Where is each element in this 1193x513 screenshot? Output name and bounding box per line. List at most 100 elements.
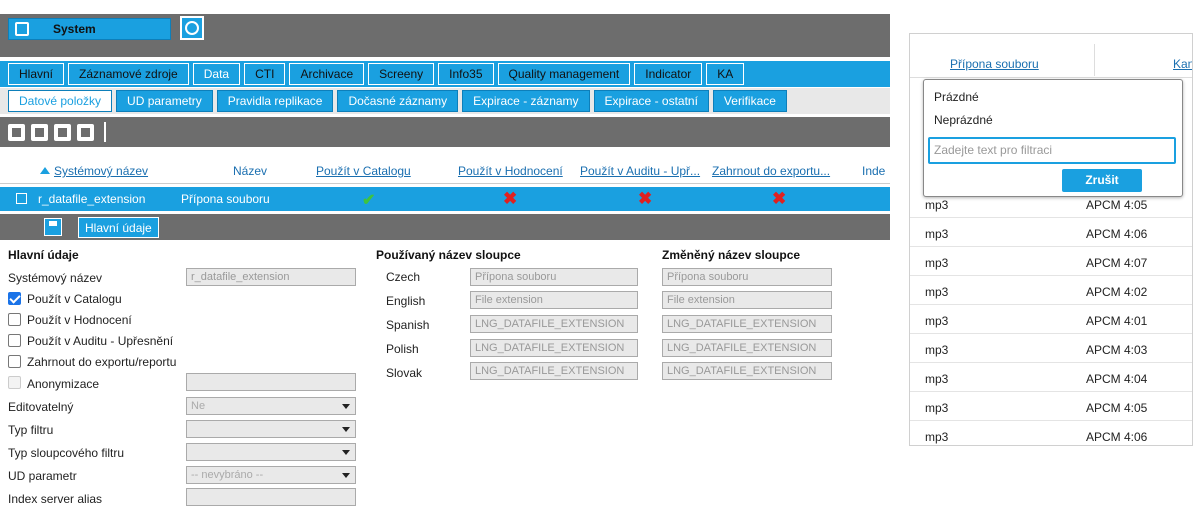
- col-catalog[interactable]: Použít v Catalogu: [316, 164, 411, 178]
- filter-table-header: Přípona souboru Kanál: [910, 34, 1192, 78]
- tab-indicator[interactable]: Indicator: [634, 63, 703, 85]
- txt-export-icon[interactable]: [77, 123, 94, 141]
- use-rating-label: Použít v Hodnocení: [27, 313, 132, 327]
- col-index[interactable]: Inde: [862, 164, 885, 178]
- column-filter-type-label: Typ sloupcového filtru: [8, 446, 125, 460]
- cross-icon: ✖: [772, 189, 787, 208]
- lang-czech-used-field: Přípona souboru: [470, 268, 638, 286]
- lang-spanish-changed-field[interactable]: LNG_DATAFILE_EXTENSION: [662, 315, 832, 333]
- include-export-checkbox[interactable]: [8, 355, 21, 368]
- lang-english-changed-field[interactable]: File extension: [662, 291, 832, 309]
- tab-ka[interactable]: KA: [706, 63, 745, 85]
- left-panel: System Hlavní Záznamové zdroje Data CTI …: [0, 0, 890, 513]
- col-channel[interactable]: Kanál: [1173, 57, 1192, 71]
- row-extension: mp3: [925, 343, 949, 357]
- system-name-label: Systémový název: [8, 271, 103, 285]
- list-item[interactable]: mp3 APCM 4:02: [910, 276, 1192, 305]
- chevron-down-icon: [342, 404, 350, 409]
- table-row[interactable]: r_datafile_extension Přípona souboru ✔ ✖…: [0, 187, 890, 211]
- detail-toolbar: Hlavní údaje: [0, 214, 890, 240]
- col-audit[interactable]: Použít v Auditu - Upř...: [580, 164, 700, 178]
- row-codec: APCM 4:05: [1086, 401, 1148, 415]
- column-divider: [1094, 44, 1095, 76]
- filter-type-select[interactable]: [186, 420, 356, 438]
- used-column-title: Používaný název sloupce: [376, 248, 521, 262]
- subtab-verifikace[interactable]: Verifikace: [712, 90, 787, 112]
- tab-quality-management[interactable]: Quality management: [497, 63, 631, 85]
- lang-english-used-field: File extension: [470, 291, 638, 309]
- list-item[interactable]: mp3 APCM 4:05: [910, 392, 1192, 421]
- system-name-field[interactable]: r_datafile_extension: [186, 268, 356, 286]
- filter-input[interactable]: Zadejte text pro filtraci: [928, 137, 1176, 164]
- col-system-name[interactable]: Systémový název: [40, 164, 148, 178]
- copy-icon[interactable]: [54, 123, 71, 141]
- list-item[interactable]: mp3 APCM 4:03: [910, 334, 1192, 363]
- tab-screeny[interactable]: Screeny: [368, 63, 435, 85]
- tab-cti[interactable]: CTI: [244, 63, 286, 85]
- import-icon[interactable]: [31, 123, 48, 141]
- tab-zaznamove-zdroje[interactable]: Záznamové zdroje: [68, 63, 189, 85]
- row-checkbox[interactable]: [16, 193, 27, 204]
- tab-hlavni[interactable]: Hlavní: [8, 63, 65, 85]
- list-item[interactable]: mp3 APCM 4:01: [910, 305, 1192, 334]
- column-filter-type-select[interactable]: [186, 443, 356, 461]
- save-icon[interactable]: [44, 218, 62, 236]
- subtab-pravidla-replikace[interactable]: Pravidla replikace: [216, 90, 334, 112]
- tab-hlavni-udaje[interactable]: Hlavní údaje: [78, 217, 159, 238]
- row-extension: mp3: [925, 285, 949, 299]
- list-item[interactable]: mp3 APCM 4:04: [910, 363, 1192, 392]
- subtab-ud-parametry[interactable]: UD parametry: [116, 90, 213, 112]
- filter-option-empty[interactable]: Prázdné: [934, 90, 979, 104]
- list-item[interactable]: mp3 APCM 4:06: [910, 218, 1192, 247]
- row-system-name: r_datafile_extension: [38, 192, 146, 206]
- row-extension: mp3: [925, 227, 949, 241]
- ud-param-select[interactable]: -- nevybráno --: [186, 466, 356, 484]
- use-audit-checkbox[interactable]: [8, 334, 21, 347]
- index-alias-field[interactable]: [186, 488, 356, 506]
- include-export-label: Zahrnout do exportu/reportu: [27, 355, 177, 369]
- col-file-extension[interactable]: Přípona souboru: [950, 57, 1039, 71]
- row-codec: APCM 4:01: [1086, 314, 1148, 328]
- cross-icon: ✖: [638, 189, 653, 208]
- lang-slovak-changed-field[interactable]: LNG_DATAFILE_EXTENSION: [662, 362, 832, 380]
- row-codec: APCM 4:03: [1086, 343, 1148, 357]
- lang-czech-changed-field[interactable]: Přípona souboru: [662, 268, 832, 286]
- filter-option-nonempty[interactable]: Neprázdné: [934, 113, 993, 127]
- row-extension: mp3: [925, 314, 949, 328]
- anonymization-checkbox: [8, 376, 21, 389]
- list-item[interactable]: mp3 APCM 4:07: [910, 247, 1192, 276]
- lang-polish-changed-field[interactable]: LNG_DATAFILE_EXTENSION: [662, 339, 832, 357]
- export-icon[interactable]: [8, 123, 25, 141]
- lang-czech-label: Czech: [386, 270, 421, 284]
- cancel-button[interactable]: Zrušit: [1062, 169, 1142, 192]
- col-name[interactable]: Název: [233, 164, 267, 178]
- support-icon[interactable]: [180, 16, 204, 40]
- subtab-datove-polozky[interactable]: Datové položky: [8, 90, 113, 112]
- chevron-down-icon: [342, 427, 350, 432]
- section-main-title: Hlavní údaje: [8, 248, 79, 262]
- list-item[interactable]: mp3 APCM 4:06: [910, 421, 1192, 445]
- lang-spanish-label: Spanish: [386, 318, 430, 332]
- col-export[interactable]: Zahrnout do exportu...: [712, 164, 830, 178]
- system-tab-label: System: [53, 22, 96, 36]
- use-audit-label: Použít v Auditu - Upřesnění: [27, 334, 174, 348]
- tab-data[interactable]: Data: [192, 63, 241, 85]
- lang-slovak-used-field: LNG_DATAFILE_EXTENSION: [470, 362, 638, 380]
- use-catalog-label: Použít v Catalogu: [27, 292, 122, 306]
- col-rating[interactable]: Použít v Hodnocení: [458, 164, 563, 178]
- row-extension: mp3: [925, 198, 949, 212]
- anonymization-field: [186, 373, 356, 391]
- subtab-expirace-ostatni[interactable]: Expirace - ostatní: [593, 90, 709, 112]
- row-extension: mp3: [925, 401, 949, 415]
- editable-select[interactable]: Ne: [186, 397, 356, 415]
- system-tab[interactable]: System: [8, 18, 171, 40]
- use-rating-checkbox[interactable]: [8, 313, 21, 326]
- tab-archivace[interactable]: Archivace: [289, 63, 365, 85]
- lang-spanish-used-field: LNG_DATAFILE_EXTENSION: [470, 315, 638, 333]
- tab-info35[interactable]: Info35: [438, 63, 494, 85]
- subtab-expirace-zaznamy[interactable]: Expirace - záznamy: [462, 90, 590, 112]
- subtab-docasne-zaznamy[interactable]: Dočasné záznamy: [337, 90, 459, 112]
- row-extension: mp3: [925, 430, 949, 444]
- chevron-down-icon: [342, 450, 350, 455]
- use-catalog-checkbox[interactable]: [8, 292, 21, 305]
